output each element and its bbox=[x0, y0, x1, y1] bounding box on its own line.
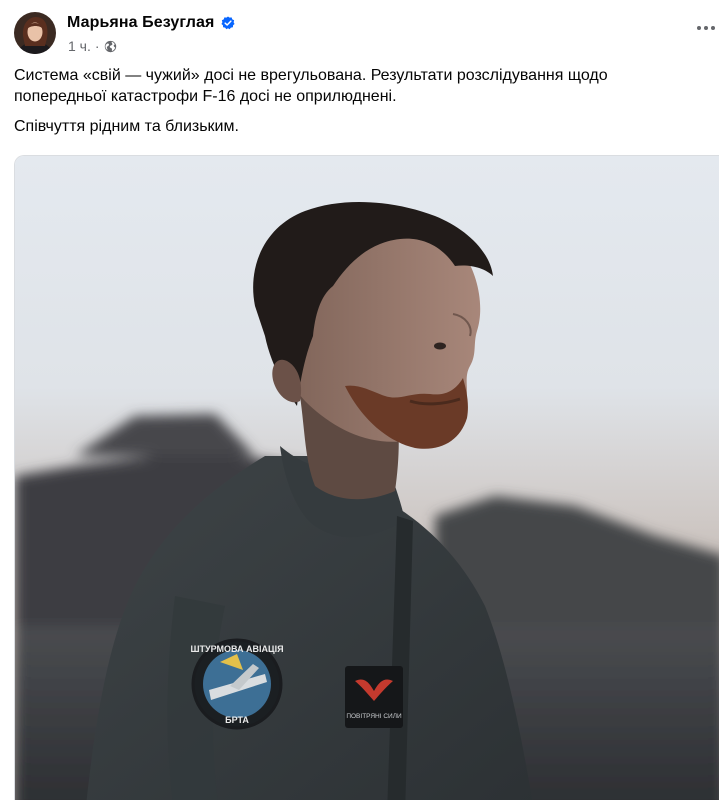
author-name[interactable]: Марьяна Безуглая bbox=[67, 14, 215, 32]
post-header: Марьяна Безуглая 1 ч. · bbox=[14, 12, 235, 54]
time-row: 1 ч. · bbox=[68, 38, 235, 54]
post-text: Система «свій — чужий» досі не врегульов… bbox=[14, 65, 704, 146]
globe-icon[interactable] bbox=[104, 40, 117, 53]
meta-separator: · bbox=[94, 38, 100, 54]
post-timestamp[interactable]: 1 ч. bbox=[68, 38, 91, 54]
chest-patch: ПОВІТРЯНІ СИЛИ bbox=[345, 666, 403, 728]
author-avatar[interactable] bbox=[14, 12, 56, 54]
author-row: Марьяна Безуглая bbox=[67, 14, 235, 32]
left-sleeve-patch: ШТУРМОВА АВІАЦІЯ БРТА bbox=[190, 638, 284, 730]
chest-patch-text: ПОВІТРЯНІ СИЛИ bbox=[346, 713, 402, 720]
post-paragraph-1: Система «свій — чужий» досі не врегульов… bbox=[14, 67, 608, 105]
patch-text-bottom: БРТА bbox=[225, 715, 249, 725]
facebook-post: Марьяна Безуглая 1 ч. · Система «свій — … bbox=[0, 0, 719, 800]
post-meta: Марьяна Безуглая 1 ч. · bbox=[67, 14, 235, 54]
post-paragraph-2: Співчуття рідним та близьким. bbox=[14, 118, 239, 135]
patch-text-top: ШТУРМОВА АВІАЦІЯ bbox=[190, 644, 283, 654]
more-horizontal-icon[interactable] bbox=[695, 20, 717, 30]
verified-badge-icon bbox=[220, 16, 235, 30]
post-photo[interactable]: ШТУРМОВА АВІАЦІЯ БРТА ПОВІТРЯНІ СИЛИ bbox=[14, 155, 719, 800]
